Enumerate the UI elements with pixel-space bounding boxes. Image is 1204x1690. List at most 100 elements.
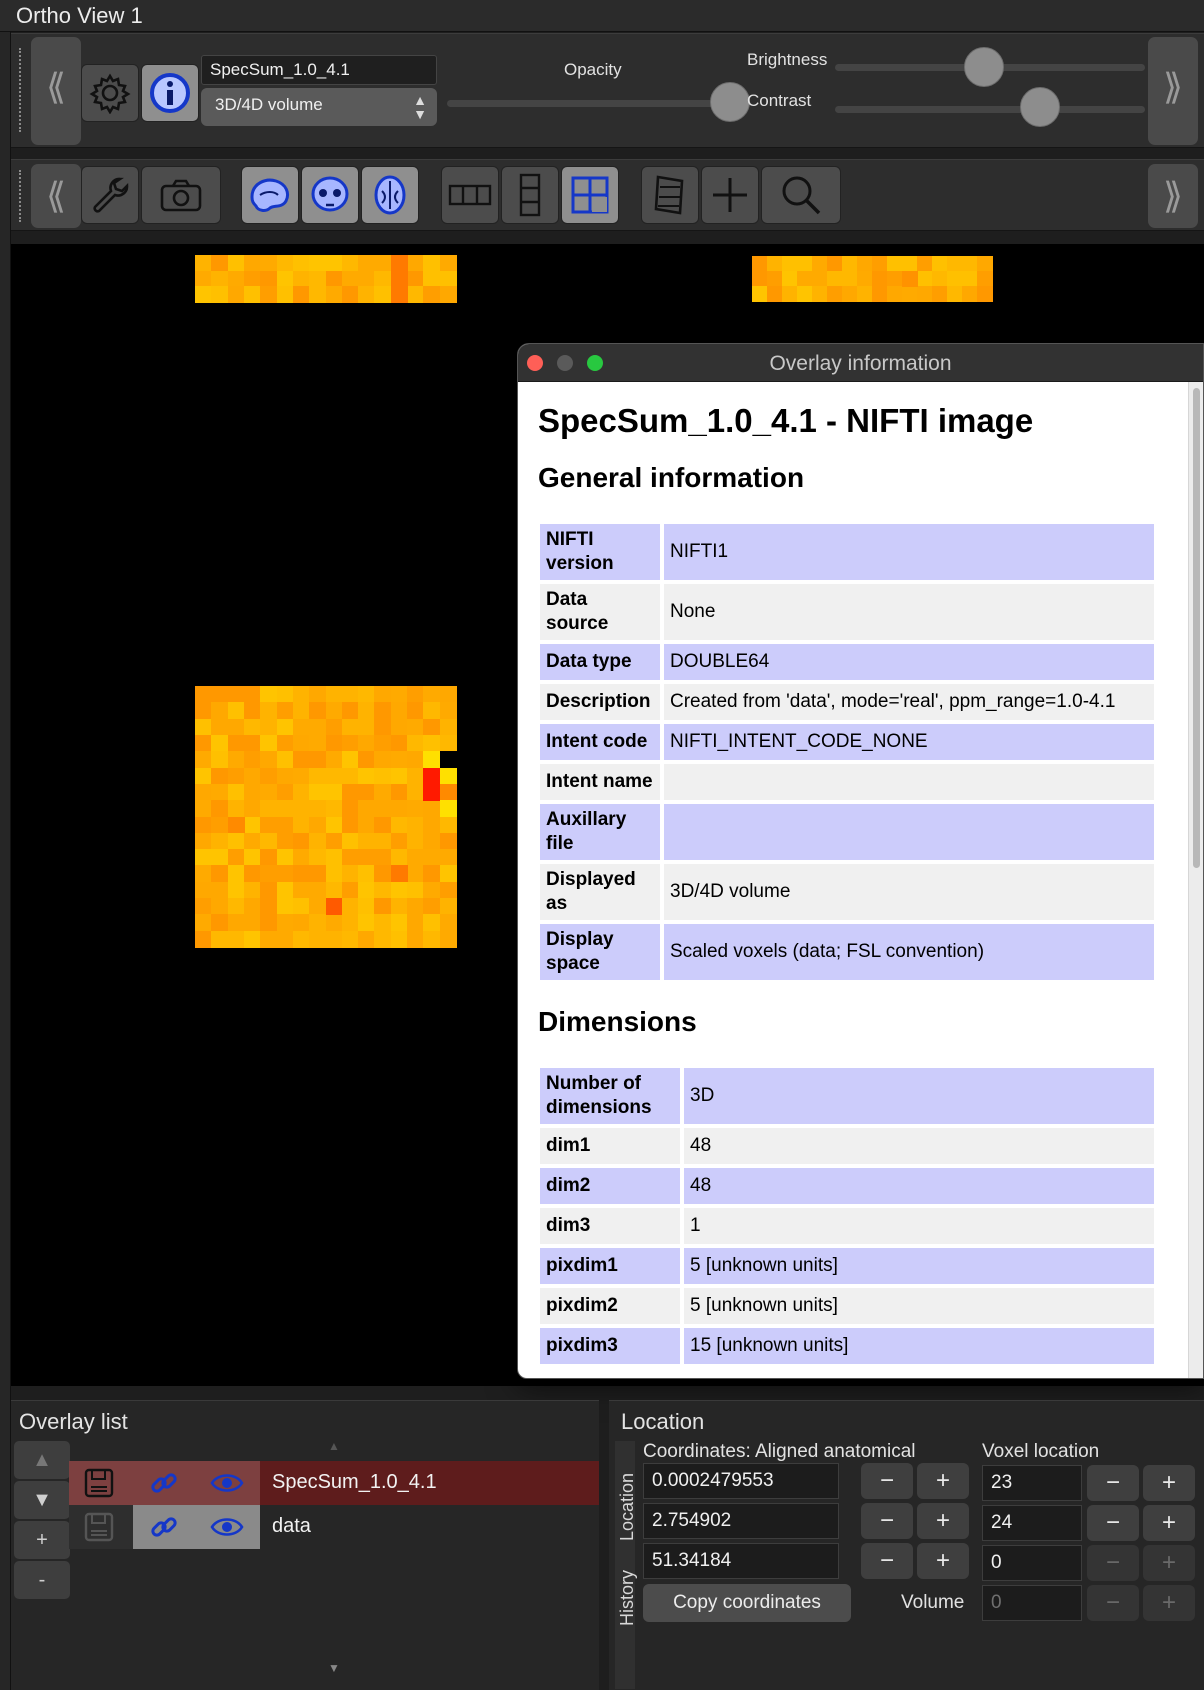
- voxel-y-field[interactable]: 24: [982, 1505, 1082, 1541]
- zoom-button[interactable]: [761, 166, 841, 224]
- voxel-cell: [390, 734, 408, 752]
- info-value: NIFTI1: [664, 524, 1154, 580]
- toolbar-prev-button[interactable]: ⟪: [31, 37, 81, 145]
- voxel-cell: [260, 734, 278, 752]
- overlay-item[interactable]: data: [69, 1505, 599, 1549]
- voxel-cell: [358, 270, 376, 287]
- toolbar-grip[interactable]: [19, 48, 23, 132]
- voxel-cell: [374, 686, 392, 703]
- voxel-cell: [341, 800, 359, 818]
- brightness-slider-thumb[interactable]: [963, 47, 1004, 87]
- voxel-x-field[interactable]: 23: [982, 1465, 1082, 1501]
- save-icon[interactable]: [83, 1467, 115, 1499]
- toolbar-grip[interactable]: [19, 170, 23, 222]
- coord-z-increment[interactable]: +: [917, 1543, 969, 1579]
- coord-y-decrement[interactable]: −: [861, 1503, 913, 1539]
- view-settings-button[interactable]: [81, 166, 139, 224]
- contrast-slider-thumb[interactable]: [1019, 87, 1060, 127]
- voxel-cell: [374, 800, 392, 818]
- voxel-y-increment[interactable]: +: [1143, 1505, 1195, 1541]
- copy-coordinates-button[interactable]: Copy coordinates: [643, 1584, 851, 1622]
- toolbar-next-button[interactable]: ⟫: [1148, 37, 1198, 145]
- overlay-name-field[interactable]: SpecSum_1.0_4.1: [201, 55, 437, 85]
- sagittal-slice[interactable]: [195, 255, 457, 303]
- voxel-cell: [962, 286, 978, 302]
- volume-field[interactable]: 0: [982, 1585, 1082, 1621]
- link-icon[interactable]: [148, 1467, 180, 1499]
- voxel-cell: [309, 914, 327, 932]
- voxel-cell: [243, 751, 261, 769]
- coord-x-increment[interactable]: +: [917, 1463, 969, 1499]
- voxel-cell: [390, 881, 408, 899]
- volume-decrement[interactable]: −: [1087, 1585, 1139, 1621]
- info-scrollbar[interactable]: [1188, 382, 1203, 1378]
- voxel-cell: [390, 816, 408, 834]
- layout-grid-button[interactable]: [561, 166, 619, 224]
- layout-vertical-button[interactable]: [501, 166, 559, 224]
- info-table-row: Intent code NIFTI_INTENT_CODE_NONE: [540, 724, 1154, 760]
- remove-overlay-button[interactable]: -: [14, 1561, 70, 1599]
- toggle-sagittal-button[interactable]: [241, 166, 299, 224]
- info-value: Scaled voxels (data; FSL convention): [664, 924, 1154, 980]
- coronal-slice[interactable]: [752, 256, 993, 302]
- voxel-cell: [439, 865, 457, 883]
- save-icon[interactable]: [83, 1511, 115, 1543]
- move-up-button[interactable]: ▲: [14, 1441, 70, 1479]
- coord-x-field[interactable]: 0.0002479553: [643, 1463, 839, 1499]
- toggle-axial-button[interactable]: [361, 166, 419, 224]
- voxel-cell: [358, 849, 376, 867]
- voxel-cell: [292, 832, 310, 850]
- voxel-z-increment[interactable]: +: [1143, 1545, 1195, 1581]
- voxel-cell: [341, 832, 359, 850]
- info-value: [664, 764, 1154, 800]
- info-icon: [150, 73, 190, 113]
- voxel-cell: [374, 286, 392, 303]
- movie-icon: [654, 175, 684, 215]
- info-button[interactable]: [141, 64, 199, 122]
- tab-history[interactable]: History: [617, 1570, 638, 1626]
- opacity-slider-thumb[interactable]: [710, 82, 751, 122]
- voxel-cell: [782, 256, 798, 272]
- coord-z-decrement[interactable]: −: [861, 1543, 913, 1579]
- voxel-z-field[interactable]: 0: [982, 1545, 1082, 1581]
- layout-horizontal-button[interactable]: [441, 166, 499, 224]
- toggle-cursor-button[interactable]: [701, 166, 759, 224]
- info-scrollbar-thumb[interactable]: [1193, 388, 1200, 868]
- settings-button[interactable]: [81, 64, 139, 122]
- link-icon[interactable]: [148, 1511, 180, 1543]
- voxel-cell: [423, 914, 441, 932]
- contrast-slider[interactable]: [835, 106, 1145, 113]
- volume-increment[interactable]: +: [1143, 1585, 1195, 1621]
- voxel-y-decrement[interactable]: −: [1087, 1505, 1139, 1541]
- tab-location[interactable]: Location: [617, 1473, 638, 1541]
- overlay-item-name[interactable]: SpecSum_1.0_4.1: [272, 1471, 437, 1494]
- screenshot-button[interactable]: [141, 166, 221, 224]
- info-window-titlebar[interactable]: Overlay information: [518, 344, 1203, 382]
- move-down-button[interactable]: ▼: [14, 1481, 70, 1519]
- overlay-item-name[interactable]: data: [272, 1515, 311, 1538]
- coord-z-field[interactable]: 51.34184: [643, 1543, 839, 1579]
- visibility-eye-icon[interactable]: [210, 1469, 244, 1497]
- toggle-coronal-button[interactable]: [301, 166, 359, 224]
- voxel-x-increment[interactable]: +: [1143, 1465, 1195, 1501]
- voxel-cell: [325, 751, 343, 769]
- general-info-table: NIFTI version NIFTI1 Data source None Data t…: [536, 520, 1158, 984]
- coord-y-field[interactable]: 2.754902: [643, 1503, 839, 1539]
- coord-y-increment[interactable]: +: [917, 1503, 969, 1539]
- opacity-slider[interactable]: [447, 100, 739, 107]
- info-table-row: Number of dimensions 3D: [540, 1068, 1154, 1124]
- toolbar2-prev-button[interactable]: ⟪: [31, 164, 81, 228]
- visibility-eye-icon[interactable]: [210, 1513, 244, 1541]
- voxel-x-decrement[interactable]: −: [1087, 1465, 1139, 1501]
- axial-slice[interactable]: [195, 686, 457, 948]
- display-type-select[interactable]: 3D/4D volume ▲ ▼: [201, 88, 437, 126]
- voxel-z-decrement[interactable]: −: [1087, 1545, 1139, 1581]
- overlay-item[interactable]: SpecSum_1.0_4.1: [69, 1461, 599, 1505]
- list-scroll-down-icon[interactable]: ▼: [328, 1661, 340, 1675]
- voxel-cell: [423, 255, 441, 272]
- toolbar2-next-button[interactable]: ⟫: [1148, 164, 1198, 228]
- add-overlay-button[interactable]: +: [14, 1521, 70, 1559]
- list-scroll-up-icon[interactable]: ▲: [328, 1439, 340, 1453]
- movie-mode-button[interactable]: [641, 166, 699, 224]
- coord-x-decrement[interactable]: −: [861, 1463, 913, 1499]
